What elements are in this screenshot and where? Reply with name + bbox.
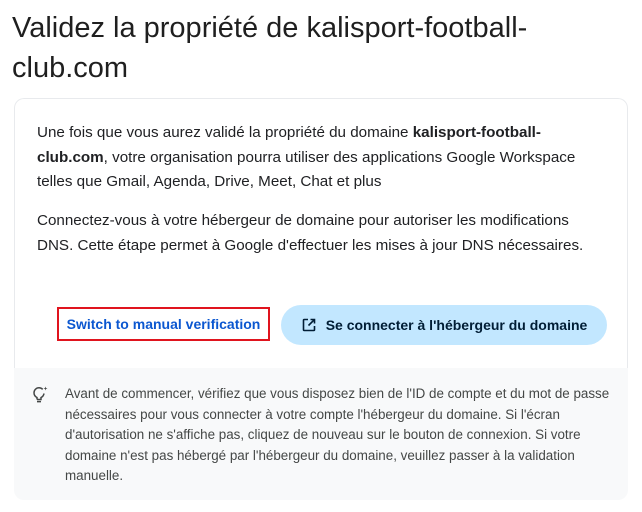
instructions-paragraph: Connectez-vous à votre hébergeur de doma… [37, 212, 584, 254]
open-in-new-icon [301, 317, 317, 333]
intro-text-end: , votre organisation pourra utiliser des… [37, 148, 576, 191]
switch-to-manual-verification-label: Switch to manual verification [66, 316, 261, 332]
intro-paragraph: Une fois que vous aurez validé la propri… [37, 121, 603, 195]
lightbulb-icon [28, 384, 50, 406]
verification-card: Une fois que vous aurez validé la propri… [14, 98, 628, 500]
connect-to-domain-host-label: Se connecter à l'hébergeur du domaine [325, 317, 588, 333]
intro-text-start: Une fois que vous aurez validé la propri… [37, 124, 413, 141]
card-main-section: Une fois que vous aurez validé la propri… [14, 98, 628, 368]
tip-text: Avant de commencer, vérifiez que vous di… [65, 386, 610, 483]
switch-to-manual-verification-button[interactable]: Switch to manual verification [57, 307, 270, 341]
page-title: Validez la propriété de kalisport-footba… [12, 12, 528, 84]
connect-to-domain-host-button[interactable]: Se connecter à l'hébergeur du domaine [281, 305, 607, 345]
